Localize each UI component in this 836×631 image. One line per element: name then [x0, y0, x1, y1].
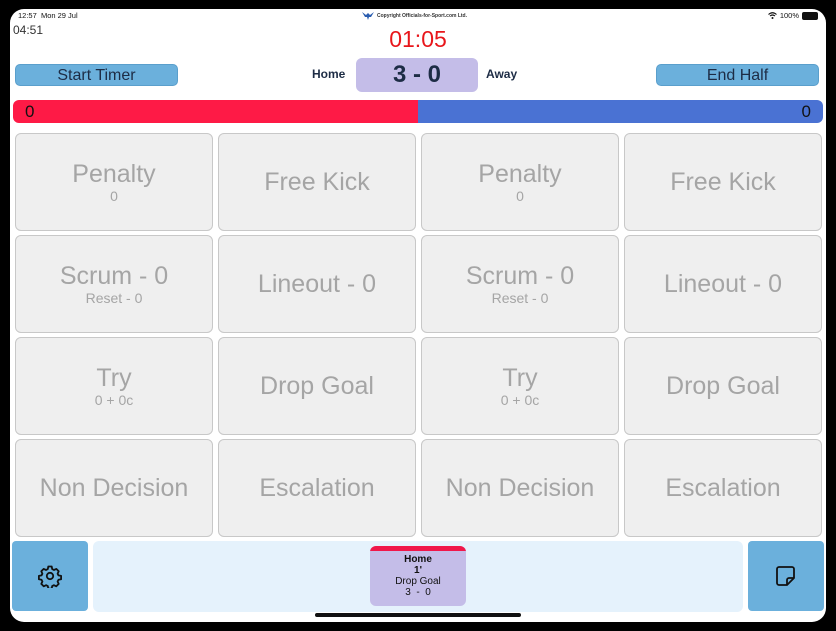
possession-away-segment: [418, 100, 823, 123]
event-button-count: 0: [110, 188, 118, 204]
event-button-lineout-away[interactable]: Lineout - 0: [624, 235, 822, 333]
event-button-free-kick-home[interactable]: Free Kick: [218, 133, 416, 231]
event-button-penalty-away[interactable]: Penalty 0: [421, 133, 619, 231]
end-half-button[interactable]: End Half: [656, 64, 819, 86]
event-button-non-decision-home[interactable]: Non Decision: [15, 439, 213, 537]
event-button-label: Lineout - 0: [663, 270, 783, 298]
event-button-penalty-home[interactable]: Penalty 0: [15, 133, 213, 231]
event-button-count: Reset - 0: [491, 290, 549, 306]
status-time: 12:57: [18, 11, 37, 20]
event-button-try-home[interactable]: Try 0 + 0c: [15, 337, 213, 435]
event-button-label: Non Decision: [445, 474, 595, 502]
event-button-free-kick-away[interactable]: Free Kick: [624, 133, 822, 231]
event-button-label: Penalty: [72, 160, 156, 188]
officials-logo-icon: [362, 12, 374, 20]
event-button-escalation-home[interactable]: Escalation: [218, 439, 416, 537]
event-score: 3 - 0: [405, 587, 431, 598]
possession-home-value: 0: [25, 102, 35, 121]
event-type: Drop Goal: [395, 576, 441, 587]
event-button-label: Penalty: [478, 160, 562, 188]
event-button-label: Non Decision: [39, 474, 189, 502]
event-button-label: Drop Goal: [260, 372, 374, 400]
start-timer-button[interactable]: Start Timer: [15, 64, 178, 86]
sticky-note-icon: [776, 566, 795, 586]
event-button-count: 0 + 0c: [94, 392, 134, 408]
event-minute: 1': [414, 565, 422, 576]
event-button-label: Escalation: [665, 474, 781, 502]
home-indicator[interactable]: [315, 613, 521, 617]
event-button-try-away[interactable]: Try 0 + 0c: [421, 337, 619, 435]
event-button-count: Reset - 0: [85, 290, 143, 306]
event-team: Home: [404, 554, 432, 565]
event-button-label: Free Kick: [670, 168, 776, 196]
possession-away-value: 0: [801, 102, 811, 121]
event-button-label: Escalation: [259, 474, 375, 502]
battery-percent: 100%: [779, 11, 799, 20]
match-clock: 01:05: [389, 26, 447, 52]
event-button-label: Free Kick: [264, 168, 370, 196]
event-button-grid: Penalty 0 Free Kick Penalty 0 Free Kick Scrum …: [15, 133, 825, 537]
event-button-count: 0 + 0c: [500, 392, 540, 408]
copyright-text: Copyright Officials-for-Sport.com Ltd.: [377, 13, 467, 19]
copyright-banner: Copyright Officials-for-Sport.com Ltd.: [362, 12, 467, 20]
possession-home-segment: [13, 100, 418, 123]
event-button-drop-goal-home[interactable]: Drop Goal: [218, 337, 416, 435]
battery-icon: [802, 11, 818, 20]
event-log-card[interactable]: Home 1' Drop Goal 3 - 0: [370, 546, 466, 606]
status-time-date: 12:57 Mon 29 Jul: [18, 11, 78, 20]
possession-bar: 0 0: [13, 100, 823, 123]
score-display[interactable]: 3 - 0: [356, 58, 478, 92]
event-button-count: 0: [516, 188, 524, 204]
home-team-label: Home: [312, 67, 346, 81]
event-button-label: Try: [502, 364, 538, 392]
event-button-label: Drop Goal: [666, 372, 780, 400]
status-date: Mon 29 Jul: [40, 11, 78, 20]
event-button-label: Try: [96, 364, 132, 392]
notes-button[interactable]: [748, 541, 824, 611]
event-button-drop-goal-away[interactable]: Drop Goal: [624, 337, 822, 435]
wifi-icon: [767, 12, 777, 19]
event-button-lineout-home[interactable]: Lineout - 0: [218, 235, 416, 333]
event-button-scrum-away[interactable]: Scrum - 0 Reset - 0: [421, 235, 619, 333]
away-team-label: Away: [486, 67, 518, 81]
event-button-label: Scrum - 0: [465, 262, 575, 290]
settings-button[interactable]: [12, 541, 88, 611]
app-screen: 12:57 Mon 29 Jul Copyright Officials-for…: [10, 9, 826, 622]
status-indicators: 100%: [767, 11, 818, 20]
event-button-label: Scrum - 0: [59, 262, 169, 290]
team-color-stripe: [370, 546, 466, 551]
event-log-tray: Home 1' Drop Goal 3 - 0: [93, 541, 743, 612]
event-button-non-decision-away[interactable]: Non Decision: [421, 439, 619, 537]
gear-icon: [38, 565, 62, 588]
event-button-escalation-away[interactable]: Escalation: [624, 439, 822, 537]
event-button-label: Lineout - 0: [257, 270, 377, 298]
event-button-scrum-home[interactable]: Scrum - 0 Reset - 0: [15, 235, 213, 333]
